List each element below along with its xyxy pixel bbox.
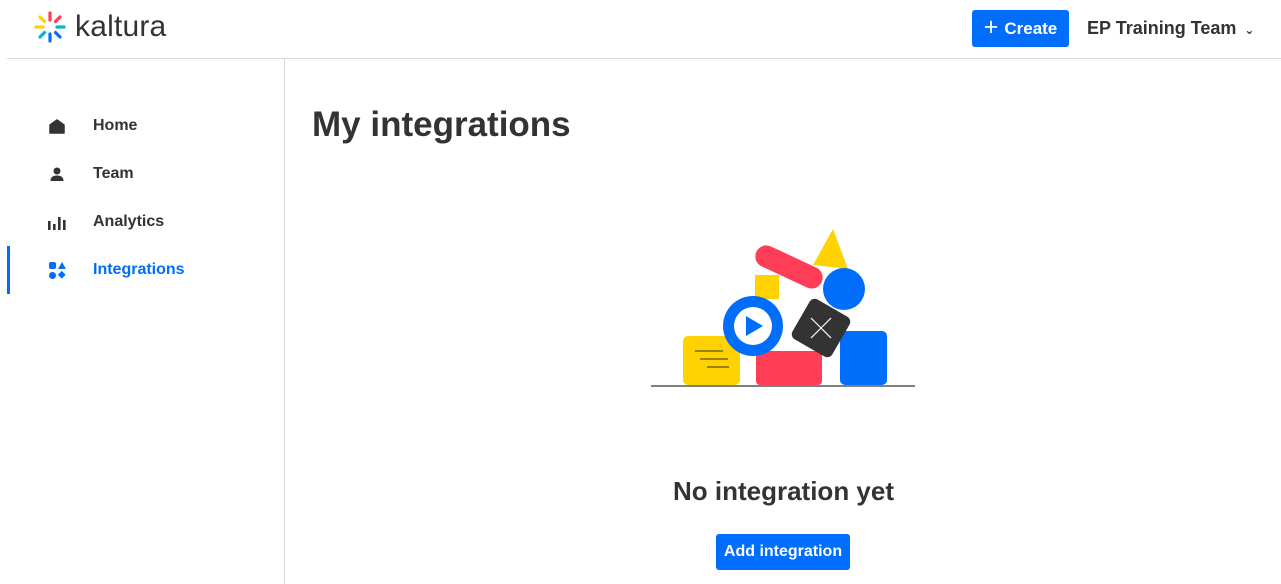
sidebar-item-integrations[interactable]: Integrations bbox=[0, 246, 284, 294]
sidebar-item-home[interactable]: Home bbox=[0, 102, 284, 150]
sidebar-item-label: Analytics bbox=[93, 213, 165, 230]
empty-state-title: No integration yet bbox=[672, 476, 894, 506]
bar-chart-icon bbox=[48, 213, 66, 231]
create-button-label: Create bbox=[1004, 18, 1058, 38]
team-name: EP Training Team bbox=[1087, 18, 1237, 38]
sidebar: Home Team Analytics Integrations bbox=[0, 59, 285, 584]
person-icon bbox=[48, 165, 66, 183]
home-icon bbox=[48, 117, 66, 135]
kaltura-logo[interactable]: kaltura bbox=[33, 9, 166, 45]
sidebar-item-label: Integrations bbox=[93, 261, 185, 278]
top-header: kaltura + Create EP Training Team ⌄ bbox=[0, 0, 1281, 58]
logo-text: kaltura bbox=[75, 10, 167, 43]
plus-icon: + bbox=[983, 12, 999, 41]
add-integration-button[interactable]: Add integration bbox=[716, 534, 850, 570]
chevron-down-icon: ⌄ bbox=[1244, 22, 1255, 37]
sidebar-item-label: Team bbox=[93, 165, 134, 182]
create-button[interactable]: + Create bbox=[972, 10, 1069, 47]
main-content: My integrations No integration yet Add i… bbox=[286, 59, 1281, 584]
page-title: My integrations bbox=[312, 105, 571, 144]
sidebar-item-analytics[interactable]: Analytics bbox=[0, 198, 284, 246]
empty-state-illustration bbox=[651, 229, 915, 387]
sidebar-item-team[interactable]: Team bbox=[0, 150, 284, 198]
integrations-icon bbox=[48, 261, 66, 279]
sidebar-item-label: Home bbox=[93, 117, 138, 134]
team-switcher[interactable]: EP Training Team ⌄ bbox=[1087, 10, 1254, 47]
kaltura-logo-icon bbox=[34, 11, 66, 43]
